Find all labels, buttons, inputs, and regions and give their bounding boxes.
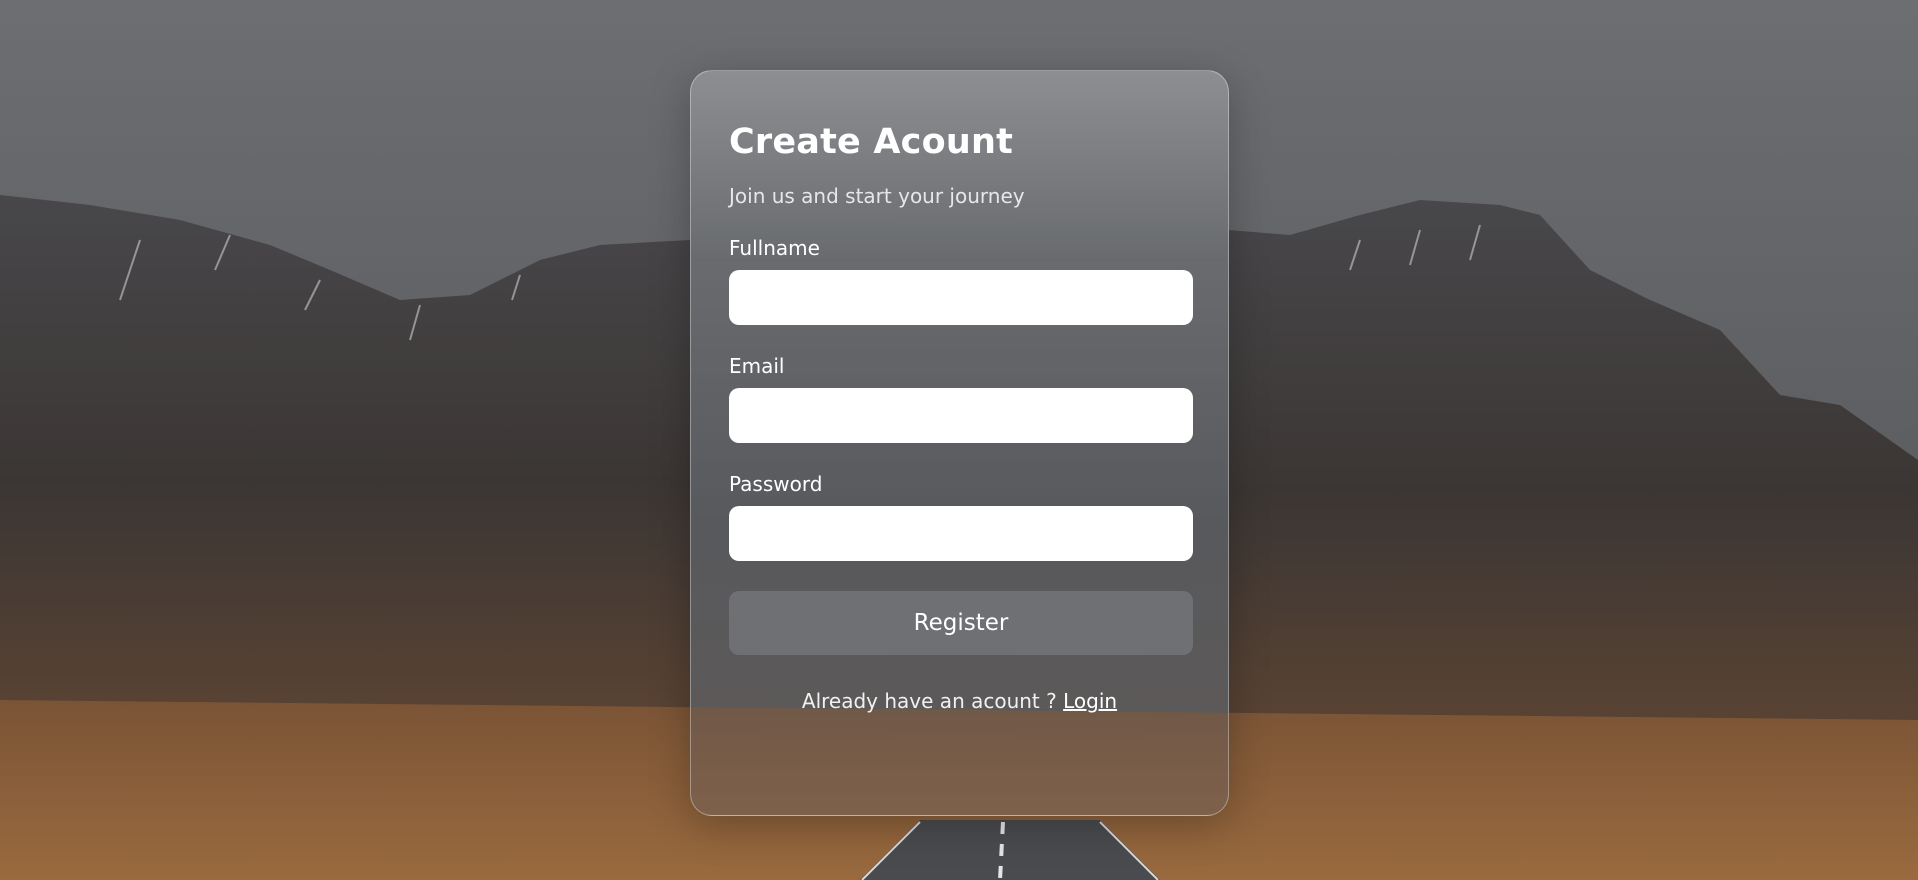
login-prompt: Already have an acount ? Login xyxy=(729,689,1190,713)
email-input[interactable] xyxy=(729,388,1193,443)
fullname-field-group: Fullname xyxy=(729,235,1193,325)
fullname-label: Fullname xyxy=(729,236,820,260)
login-prompt-text: Already have an acount ? xyxy=(801,689,1064,713)
fullname-input[interactable] xyxy=(729,270,1193,325)
email-label: Email xyxy=(729,354,785,378)
password-label: Password xyxy=(729,472,823,496)
login-link[interactable]: Login xyxy=(1063,689,1117,713)
email-field-group: Email xyxy=(729,353,1193,443)
register-card: Create Acount Join us and start your jou… xyxy=(690,70,1229,816)
register-button[interactable]: Register xyxy=(729,591,1193,655)
form-subtitle: Join us and start your journey xyxy=(729,184,1025,208)
form-title: Create Acount xyxy=(729,122,1014,162)
password-input[interactable] xyxy=(729,506,1193,561)
password-field-group: Password xyxy=(729,471,1193,561)
